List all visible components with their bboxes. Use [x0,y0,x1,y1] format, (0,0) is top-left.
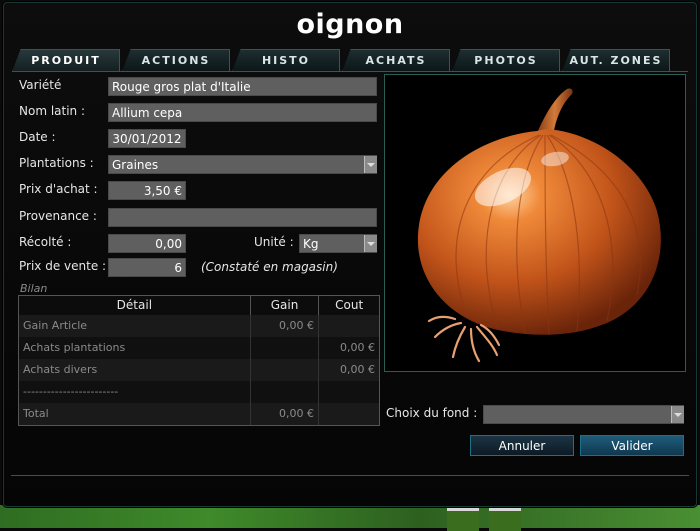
table-cell: Achats plantations [19,337,251,359]
header-detail: Détail [19,296,251,315]
choix-fond-label: Choix du fond : [386,406,478,420]
prix-achat-label: Prix d'achat : [19,182,98,196]
valider-button[interactable]: Valider [580,435,684,456]
table-row: Gain Article 0,00 € [19,315,379,337]
table-cell [251,337,319,359]
annuler-button[interactable]: Annuler [470,435,574,456]
table-row: Achats plantations 0,00 € [19,337,379,359]
tab-actions[interactable]: ACTIONS [122,49,230,72]
table-row: Achats divers 0,00 € [19,359,379,381]
table-cell: Achats divers [19,359,251,381]
bilan-label: Bilan [20,282,48,295]
table-cell [251,381,319,403]
table-cell: ------------------------ [19,381,251,403]
recolte-label: Récolté : [19,235,72,249]
divider [11,475,689,476]
prix-achat-field[interactable]: 3,50 € [108,181,186,200]
table-cell: 0,00 € [340,363,375,376]
tab-photos[interactable]: PHOTOS [452,49,560,72]
nom-latin-label: Nom latin : [19,104,86,118]
table-cell: Total [19,403,251,425]
background-grass [0,505,700,528]
tab-histo[interactable]: HISTO [232,49,340,72]
table-cell [319,315,379,337]
table-cell [319,403,379,425]
plantations-label: Plantations : [19,156,94,170]
bilan-table: Détail Gain Cout Gain Article 0,00 € Ach… [18,295,380,426]
product-window: oignon PRODUIT ACTIONS HISTO ACHATS PHOT… [3,2,697,507]
table-row: Total 0,00 € [19,403,379,425]
provenance-field[interactable] [108,208,377,227]
photo-frame[interactable] [384,74,686,372]
onion-icon [417,88,661,363]
prix-vente-note: (Constaté en magasin) [201,260,338,274]
variete-label: Variété [19,78,62,92]
table-cell: 0,00 € [340,341,375,354]
header-gain: Gain [251,296,320,315]
tab-achats[interactable]: ACHATS [342,49,450,72]
table-cell: Gain Article [19,315,251,337]
page-title: oignon [296,9,404,40]
table-header: Détail Gain Cout [19,296,379,315]
date-label: Date : [19,130,56,144]
plantations-select[interactable]: Graines [108,155,377,174]
variete-field[interactable]: Rouge gros plat d'Italie [108,77,377,96]
table-row: ------------------------ [19,381,379,403]
prix-vente-field[interactable]: 6 [108,258,186,277]
table-cell: 0,00 € [251,315,319,337]
prix-vente-label: Prix de vente : [19,259,107,273]
unite-label: Unité : [254,235,294,249]
provenance-label: Provenance : [19,209,97,223]
choix-fond-select[interactable] [483,405,684,424]
header-cout: Cout [335,298,364,312]
tab-produit[interactable]: PRODUIT [12,49,120,72]
table-cell [319,381,379,403]
recolte-field[interactable]: 0,00 [108,234,186,253]
chevron-down-icon[interactable] [364,235,377,252]
tab-aut-zones[interactable]: AUT. ZONES [562,49,670,72]
nom-latin-field[interactable]: Allium cepa [108,103,377,122]
table-cell [251,359,319,381]
date-field[interactable]: 30/01/2012 [108,129,186,148]
chevron-down-icon[interactable] [671,406,684,423]
tab-bar: PRODUIT ACTIONS HISTO ACHATS PHOTOS AUT.… [12,49,688,72]
chevron-down-icon[interactable] [364,156,377,173]
table-cell: 0,00 € [251,403,319,425]
